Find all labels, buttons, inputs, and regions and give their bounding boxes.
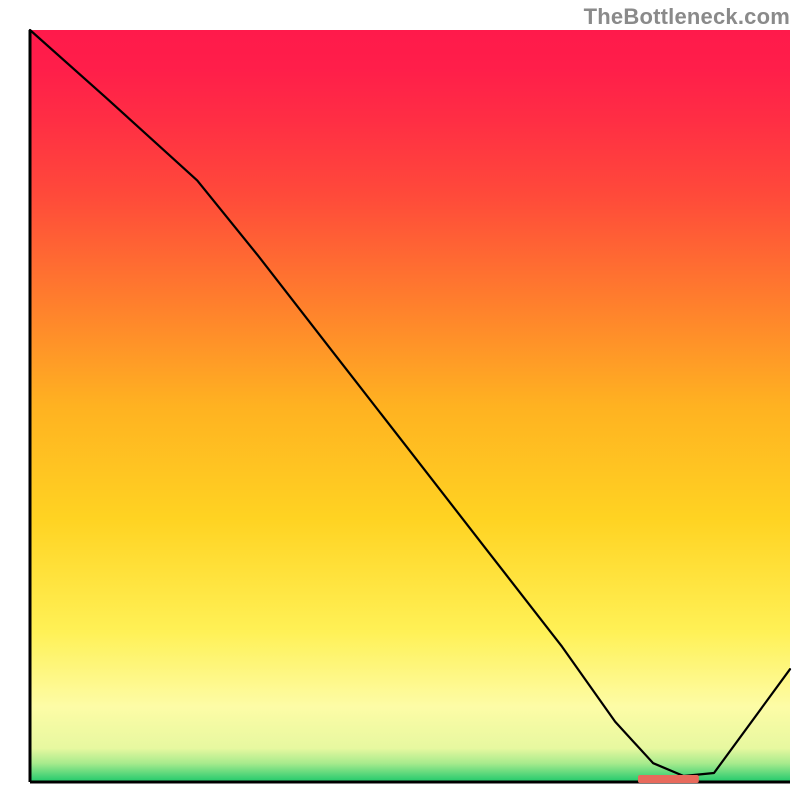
watermark-text: TheBottleneck.com bbox=[584, 4, 790, 30]
chart-canvas bbox=[0, 0, 800, 800]
chart-stage: TheBottleneck.com bbox=[0, 0, 800, 800]
highlight-marker bbox=[638, 775, 699, 783]
plot-background bbox=[30, 30, 790, 782]
